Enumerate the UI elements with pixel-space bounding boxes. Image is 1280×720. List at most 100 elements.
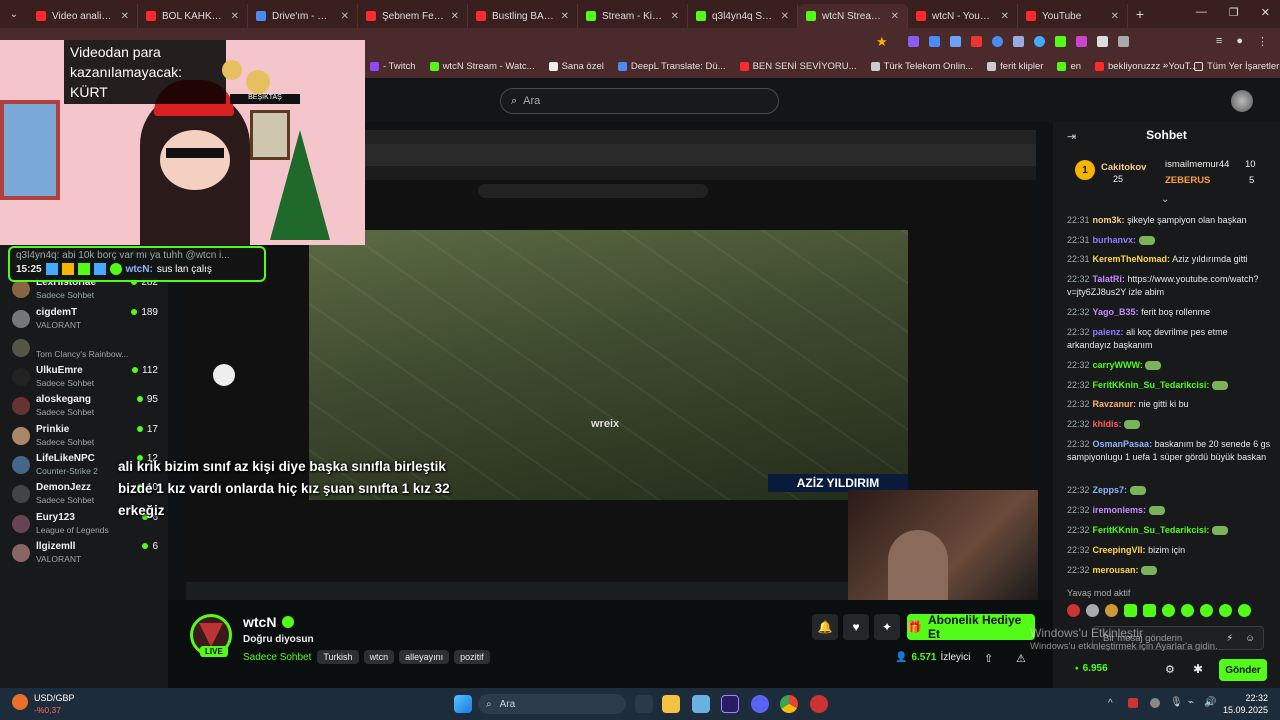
browser-menu-icon[interactable]: ⋮	[1257, 35, 1268, 48]
emote-icon[interactable]	[1238, 604, 1251, 617]
leader-name[interactable]: ismailmemur44	[1165, 159, 1229, 170]
browser-tab[interactable]: q3l4yn4q Stream ✕	[688, 4, 798, 28]
channel-points[interactable]: 6.956	[1083, 663, 1108, 674]
extension-icon[interactable]	[992, 36, 1003, 47]
sidebar-channel-item[interactable]: llgizemll VALORANT 6	[10, 541, 160, 567]
chat-username[interactable]: iremonlems:	[1093, 505, 1147, 515]
stream-tag[interactable]: pozitif	[454, 650, 490, 664]
clock-date[interactable]: 15.09.2025	[1210, 705, 1268, 715]
close-tab-icon[interactable]: ✕	[891, 11, 899, 22]
chat-username[interactable]: nom3k:	[1093, 215, 1125, 225]
new-tab-button[interactable]: +	[1128, 6, 1152, 22]
close-tab-icon[interactable]: ✕	[671, 11, 679, 22]
close-tab-icon[interactable]: ✕	[1001, 11, 1009, 22]
windows-start-icon[interactable]	[454, 695, 472, 713]
chat-username[interactable]: Zepps7:	[1093, 485, 1128, 495]
user-avatar[interactable]	[1231, 90, 1253, 112]
reading-list-icon[interactable]: ≡	[1216, 35, 1222, 48]
emote-icon[interactable]	[1143, 604, 1156, 617]
sidebar-channel-item[interactable]: aloskegang Sadece Sohbet 95	[10, 394, 160, 420]
extension-icon[interactable]	[1034, 36, 1045, 47]
bookmark-star-icon[interactable]: ★	[876, 34, 888, 50]
extension-icon[interactable]	[1055, 36, 1066, 47]
bookmark-item[interactable]: Türk Telekom Onlin...	[870, 61, 973, 72]
sidebar-channel-item[interactable]: Prinkie Sadece Sohbet 17	[10, 424, 160, 450]
clock-time[interactable]: 22:32	[1220, 693, 1268, 703]
chat-username[interactable]: merousan:	[1093, 565, 1139, 575]
channel-name[interactable]: wtcN	[243, 614, 276, 630]
stream-tag[interactable]: alleyayını	[399, 650, 450, 664]
browser-tab[interactable]: Şebnem Ferah - E ✕	[358, 4, 468, 28]
follow-button[interactable]: ♥	[843, 614, 869, 640]
emote-icon[interactable]	[1181, 604, 1194, 617]
microphone-icon[interactable]: 🎙	[1170, 697, 1183, 708]
bookmark-item[interactable]: ferit klipler	[987, 61, 1043, 72]
close-window-icon[interactable]: ✕	[1261, 6, 1270, 19]
extension-icon[interactable]	[1013, 36, 1024, 47]
settings-app-icon[interactable]	[692, 695, 710, 713]
bookmark-item[interactable]: BEN SENİ SEVİYORU...	[739, 61, 857, 72]
kick-logo-icon[interactable]: ✱	[1193, 662, 1203, 676]
settings-gear-icon[interactable]: ⚙	[1165, 663, 1175, 676]
close-tab-icon[interactable]: ✕	[561, 11, 569, 22]
tab-search-button[interactable]: ⌄	[0, 9, 28, 20]
bookmark-item[interactable]: - Twitch	[370, 61, 416, 72]
stream-category[interactable]: Sadece Sohbet	[243, 652, 311, 663]
search-input[interactable]: ⌕ Ara	[500, 88, 779, 114]
leader-name[interactable]: ZEBERUS	[1165, 175, 1210, 186]
extension-icon[interactable]	[929, 36, 940, 47]
emote-icon[interactable]	[1200, 604, 1213, 617]
emote-icon[interactable]	[1124, 604, 1137, 617]
premiere-icon[interactable]	[721, 695, 739, 713]
discord-icon[interactable]	[751, 695, 769, 713]
tray-overflow-icon[interactable]: ^	[1108, 698, 1113, 709]
extension-icon[interactable]	[950, 36, 961, 47]
stream-tag[interactable]: Turkish	[317, 650, 359, 664]
close-tab-icon[interactable]: ✕	[341, 11, 349, 22]
sidebar-channel-item[interactable]: UlkuEmre Sadece Sohbet 112	[10, 365, 160, 391]
app-icon[interactable]	[810, 695, 828, 713]
sidebar-channel-item[interactable]: cigdemT VALORANT 189	[10, 307, 160, 333]
chat-username[interactable]: burhanvx:	[1093, 235, 1137, 245]
chat-username[interactable]: FeritKKnin_Su_Tedarikcisi:	[1093, 380, 1210, 390]
volume-icon[interactable]: 🔊	[1204, 697, 1216, 708]
chrome-icon[interactable]	[780, 695, 798, 713]
chat-username[interactable]: OsmanPasaa:	[1093, 439, 1153, 449]
close-tab-icon[interactable]: ✕	[781, 11, 789, 22]
browser-tab[interactable]: wtcN - YouTube ✕	[908, 4, 1018, 28]
emoji-picker-icon[interactable]: ☺	[1245, 633, 1255, 644]
ticker-name[interactable]: USD/GBP	[34, 693, 75, 703]
tray-app-icon[interactable]	[1128, 698, 1138, 708]
extension-icon[interactable]	[908, 36, 919, 47]
file-explorer-icon[interactable]	[662, 695, 680, 713]
bookmarks-overflow-icon[interactable]: »	[1163, 60, 1168, 71]
extension-icon[interactable]	[971, 36, 982, 47]
browser-tab[interactable]: Drive'ım - Google ✕	[248, 4, 358, 28]
browser-tab[interactable]: Stream - Kick Das ✕	[578, 4, 688, 28]
weather-widget-icon[interactable]	[12, 694, 28, 710]
browser-tab[interactable]: Bustling BAZAAR ✕	[468, 4, 578, 28]
profile-icon[interactable]: ●	[1236, 35, 1243, 48]
network-icon[interactable]: ⌁	[1188, 697, 1194, 708]
send-button[interactable]: Gönder	[1219, 659, 1267, 681]
taskbar-search[interactable]: ⌕ Ara	[478, 694, 626, 714]
stream-tag[interactable]: wtcn	[363, 650, 395, 664]
emote-icon[interactable]	[1219, 604, 1232, 617]
expand-leaderboard-icon[interactable]: ⌄	[1161, 194, 1169, 205]
bookmark-item[interactable]: wtcN Stream - Watc...	[429, 61, 535, 72]
extension-icon[interactable]	[1097, 36, 1108, 47]
chat-username[interactable]: KeremTheNomad:	[1093, 254, 1171, 264]
bookmark-item[interactable]: Sana özel	[548, 61, 604, 72]
task-view-icon[interactable]	[635, 695, 653, 713]
browser-tab[interactable]: BOL KAHKAHALI ✕	[138, 4, 248, 28]
bookmark-item[interactable]: bekliyoruzzz - YouT...	[1095, 61, 1197, 72]
clip-button[interactable]: ✦	[874, 614, 900, 640]
tray-app-icon[interactable]	[1150, 698, 1160, 708]
chat-username[interactable]: paienz:	[1093, 327, 1124, 337]
notification-bell-button[interactable]: 🔔	[812, 614, 838, 640]
close-tab-icon[interactable]: ✕	[1111, 11, 1119, 22]
all-bookmarks-link[interactable]: Tüm Yer İşaretleri	[1194, 61, 1280, 72]
gift-subscription-button[interactable]: 🎁 Abonelik Hediye Et	[907, 613, 1035, 641]
chat-username[interactable]: Ravzanur:	[1093, 399, 1137, 409]
bookmark-item[interactable]: en	[1057, 61, 1081, 72]
